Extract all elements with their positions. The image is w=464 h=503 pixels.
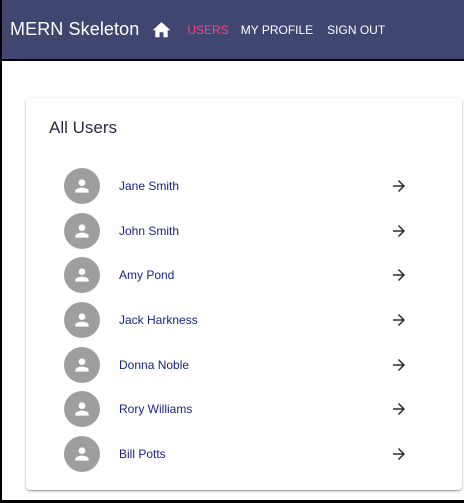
arrow-forward-icon[interactable] xyxy=(390,311,408,329)
user-list-item[interactable]: Bill Potts xyxy=(26,432,462,477)
card-title: All Users xyxy=(49,118,118,137)
person-icon xyxy=(75,402,89,416)
app-title: MERN Skeleton xyxy=(10,19,140,39)
user-name: John Smith xyxy=(119,223,180,238)
user-list-item[interactable]: Jack Harkness xyxy=(26,298,462,343)
person-icon xyxy=(75,358,89,372)
user-name: Jane Smith xyxy=(119,179,180,194)
user-name: Donna Noble xyxy=(119,357,190,372)
person-icon xyxy=(75,313,89,327)
all-users-card: All Users Jane Smith John Smith Amy Pond… xyxy=(26,98,462,490)
arrow-forward-icon[interactable] xyxy=(390,400,408,418)
arrow-forward-icon[interactable] xyxy=(390,445,408,463)
arrow-forward-icon[interactable] xyxy=(390,266,408,284)
user-list-item[interactable]: Rory Williams xyxy=(26,387,462,432)
user-list-item[interactable]: Jane Smith xyxy=(26,164,462,209)
arrow-forward-icon[interactable] xyxy=(390,356,408,374)
nav-my-profile-link[interactable]: MY PROFILE xyxy=(241,23,313,37)
person-icon xyxy=(75,224,89,238)
user-name: Amy Pond xyxy=(119,268,175,283)
user-list: Jane Smith John Smith Amy Pond Jack Hark… xyxy=(26,164,462,476)
avatar xyxy=(64,302,100,339)
user-name: Bill Potts xyxy=(119,446,166,461)
nav-sign-out-link[interactable]: SIGN OUT xyxy=(327,23,385,37)
user-list-item[interactable]: Donna Noble xyxy=(26,342,462,387)
avatar xyxy=(64,346,100,383)
nav-users-link[interactable]: USERS xyxy=(187,23,228,37)
home-icon xyxy=(152,22,171,38)
user-name: Rory Williams xyxy=(119,402,193,417)
person-icon xyxy=(75,268,89,283)
arrow-forward-icon[interactable] xyxy=(390,177,408,195)
user-list-item[interactable]: John Smith xyxy=(26,209,462,254)
app-window: MERN Skeleton USERS MY PROFILE SIGN OUT … xyxy=(0,0,464,503)
avatar xyxy=(64,168,100,205)
avatar xyxy=(64,391,100,428)
avatar xyxy=(64,212,100,249)
app-bar: MERN Skeleton USERS MY PROFILE SIGN OUT xyxy=(2,0,464,61)
avatar xyxy=(64,257,100,294)
person-icon xyxy=(75,179,89,193)
arrow-forward-icon[interactable] xyxy=(390,222,408,240)
home-button[interactable] xyxy=(149,18,173,42)
person-icon xyxy=(75,447,89,461)
user-list-item[interactable]: Amy Pond xyxy=(26,253,462,298)
avatar xyxy=(64,435,100,472)
user-name: Jack Harkness xyxy=(119,313,198,328)
